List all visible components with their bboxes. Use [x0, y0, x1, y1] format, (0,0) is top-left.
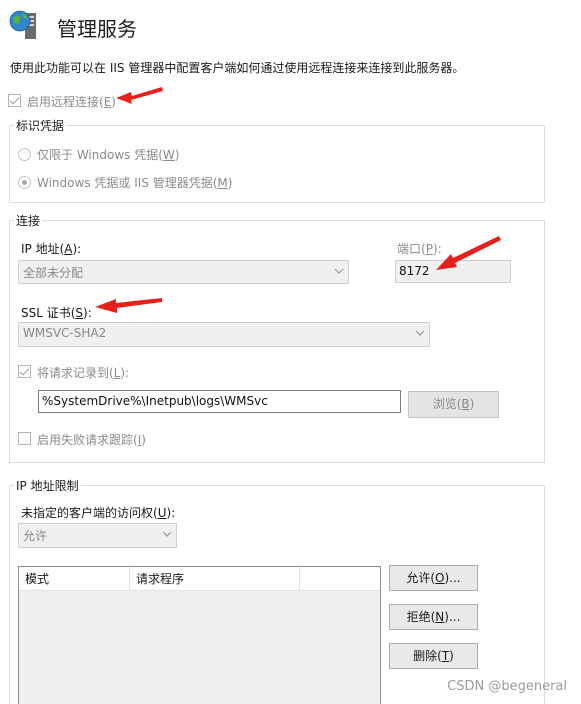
annotation-arrows	[95, 87, 501, 313]
arrow-enable-remote	[116, 87, 163, 104]
arrow-ssl	[95, 298, 162, 313]
arrow-port	[436, 236, 501, 270]
watermark: CSDN @begeneral	[447, 679, 567, 694]
